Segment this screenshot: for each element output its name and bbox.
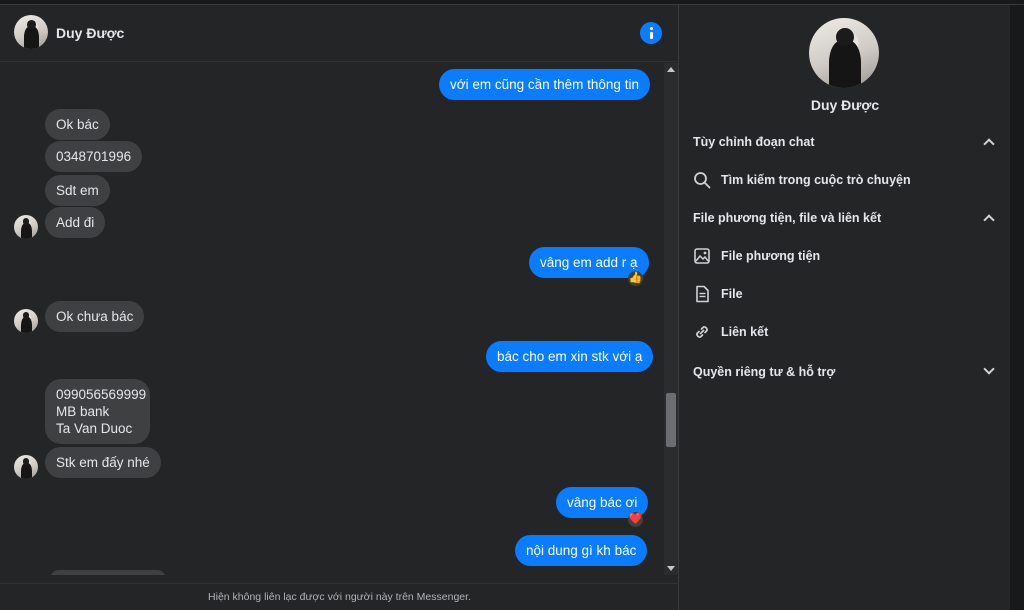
links-item[interactable]: Liên kết bbox=[693, 323, 993, 343]
chevron-up-icon bbox=[983, 214, 995, 226]
message-list: với em cũng cần thêm thông tin Ok bác 03… bbox=[0, 63, 664, 575]
info-icon[interactable] bbox=[640, 22, 662, 44]
message-bubble-incoming[interactable]: Ok chưa bác bbox=[45, 301, 145, 332]
sender-avatar[interactable] bbox=[14, 215, 38, 239]
scroll-down-icon[interactable] bbox=[667, 566, 675, 571]
message-bubble-outgoing[interactable]: bác cho em xin stk với ạ bbox=[486, 341, 654, 372]
message-bubble-incoming[interactable]: Sdt em bbox=[45, 175, 110, 206]
profile-name[interactable]: Duy Được bbox=[680, 97, 1010, 113]
like-reaction-icon[interactable]: 👍 bbox=[628, 271, 643, 286]
message-line: MB bank bbox=[56, 404, 110, 419]
contact-avatar[interactable] bbox=[14, 15, 48, 49]
message-scrollbar[interactable] bbox=[664, 63, 678, 575]
sender-avatar[interactable] bbox=[14, 309, 38, 333]
file-icon bbox=[696, 285, 709, 303]
message-line: Ta Van Duoc bbox=[56, 421, 133, 436]
section-customize-chat[interactable]: Tùy chỉnh đoạn chat bbox=[693, 135, 995, 150]
heart-reaction-icon[interactable]: ❤️ bbox=[628, 512, 643, 527]
section-title: Tùy chỉnh đoạn chat bbox=[693, 135, 815, 149]
search-in-conversation[interactable]: Tìm kiếm trong cuộc trò chuyện bbox=[693, 171, 993, 191]
chat-header: Duy Được bbox=[0, 5, 679, 62]
section-title: File phương tiện, file và liên kết bbox=[693, 211, 882, 225]
message-bubble-incoming[interactable]: Stk em đấy nhé bbox=[45, 447, 161, 478]
unavailable-notice: Hiện không liên lạc được với người này t… bbox=[0, 583, 679, 610]
item-label: Liên kết bbox=[721, 325, 769, 339]
conversation-info-panel: Duy Được Tùy chỉnh đoạn chat Tìm kiếm tr… bbox=[680, 5, 1010, 610]
link-icon bbox=[696, 326, 708, 338]
files-item[interactable]: File bbox=[693, 285, 993, 305]
message-bubble-incoming[interactable]: Ok bác bbox=[45, 109, 110, 140]
window-edge bbox=[1010, 5, 1024, 610]
scroll-thumb[interactable] bbox=[666, 393, 676, 447]
chat-panel: Duy Được với em cũng cần thêm thông tin … bbox=[0, 5, 679, 610]
search-icon bbox=[694, 172, 711, 189]
section-privacy-support[interactable]: Quyền riêng tư & hỗ trợ bbox=[693, 363, 995, 379]
message-bubble-outgoing[interactable]: với em cũng cần thêm thông tin bbox=[439, 69, 650, 100]
scroll-up-icon[interactable] bbox=[667, 67, 675, 72]
sender-avatar[interactable] bbox=[14, 455, 38, 479]
item-label: File phương tiện bbox=[721, 249, 821, 263]
message-bubble-outgoing[interactable]: nội dung gì kh bác bbox=[515, 535, 648, 566]
chevron-up-icon bbox=[983, 138, 995, 150]
message-bubble-incoming[interactable]: Add đi bbox=[45, 207, 106, 238]
message-bubble-incoming[interactable]: 0348701996 bbox=[45, 141, 143, 172]
item-label: File bbox=[721, 287, 743, 301]
media-icon bbox=[694, 248, 710, 264]
message-line: 099056569999 bbox=[56, 387, 147, 402]
media-files-item[interactable]: File phương tiện bbox=[693, 247, 993, 267]
profile-avatar[interactable] bbox=[809, 18, 879, 88]
contact-name[interactable]: Duy Được bbox=[56, 25, 124, 41]
message-bubble-incoming[interactable]: 099056569999 MB bank Ta Van Duoc bbox=[45, 379, 150, 444]
section-title: Quyền riêng tư & hỗ trợ bbox=[693, 365, 836, 379]
section-media-files-links[interactable]: File phương tiện, file và liên kết bbox=[693, 211, 995, 226]
message-bubble-incoming[interactable] bbox=[50, 570, 166, 575]
item-label: Tìm kiếm trong cuộc trò chuyện bbox=[721, 173, 911, 187]
chevron-down-icon bbox=[983, 363, 995, 375]
